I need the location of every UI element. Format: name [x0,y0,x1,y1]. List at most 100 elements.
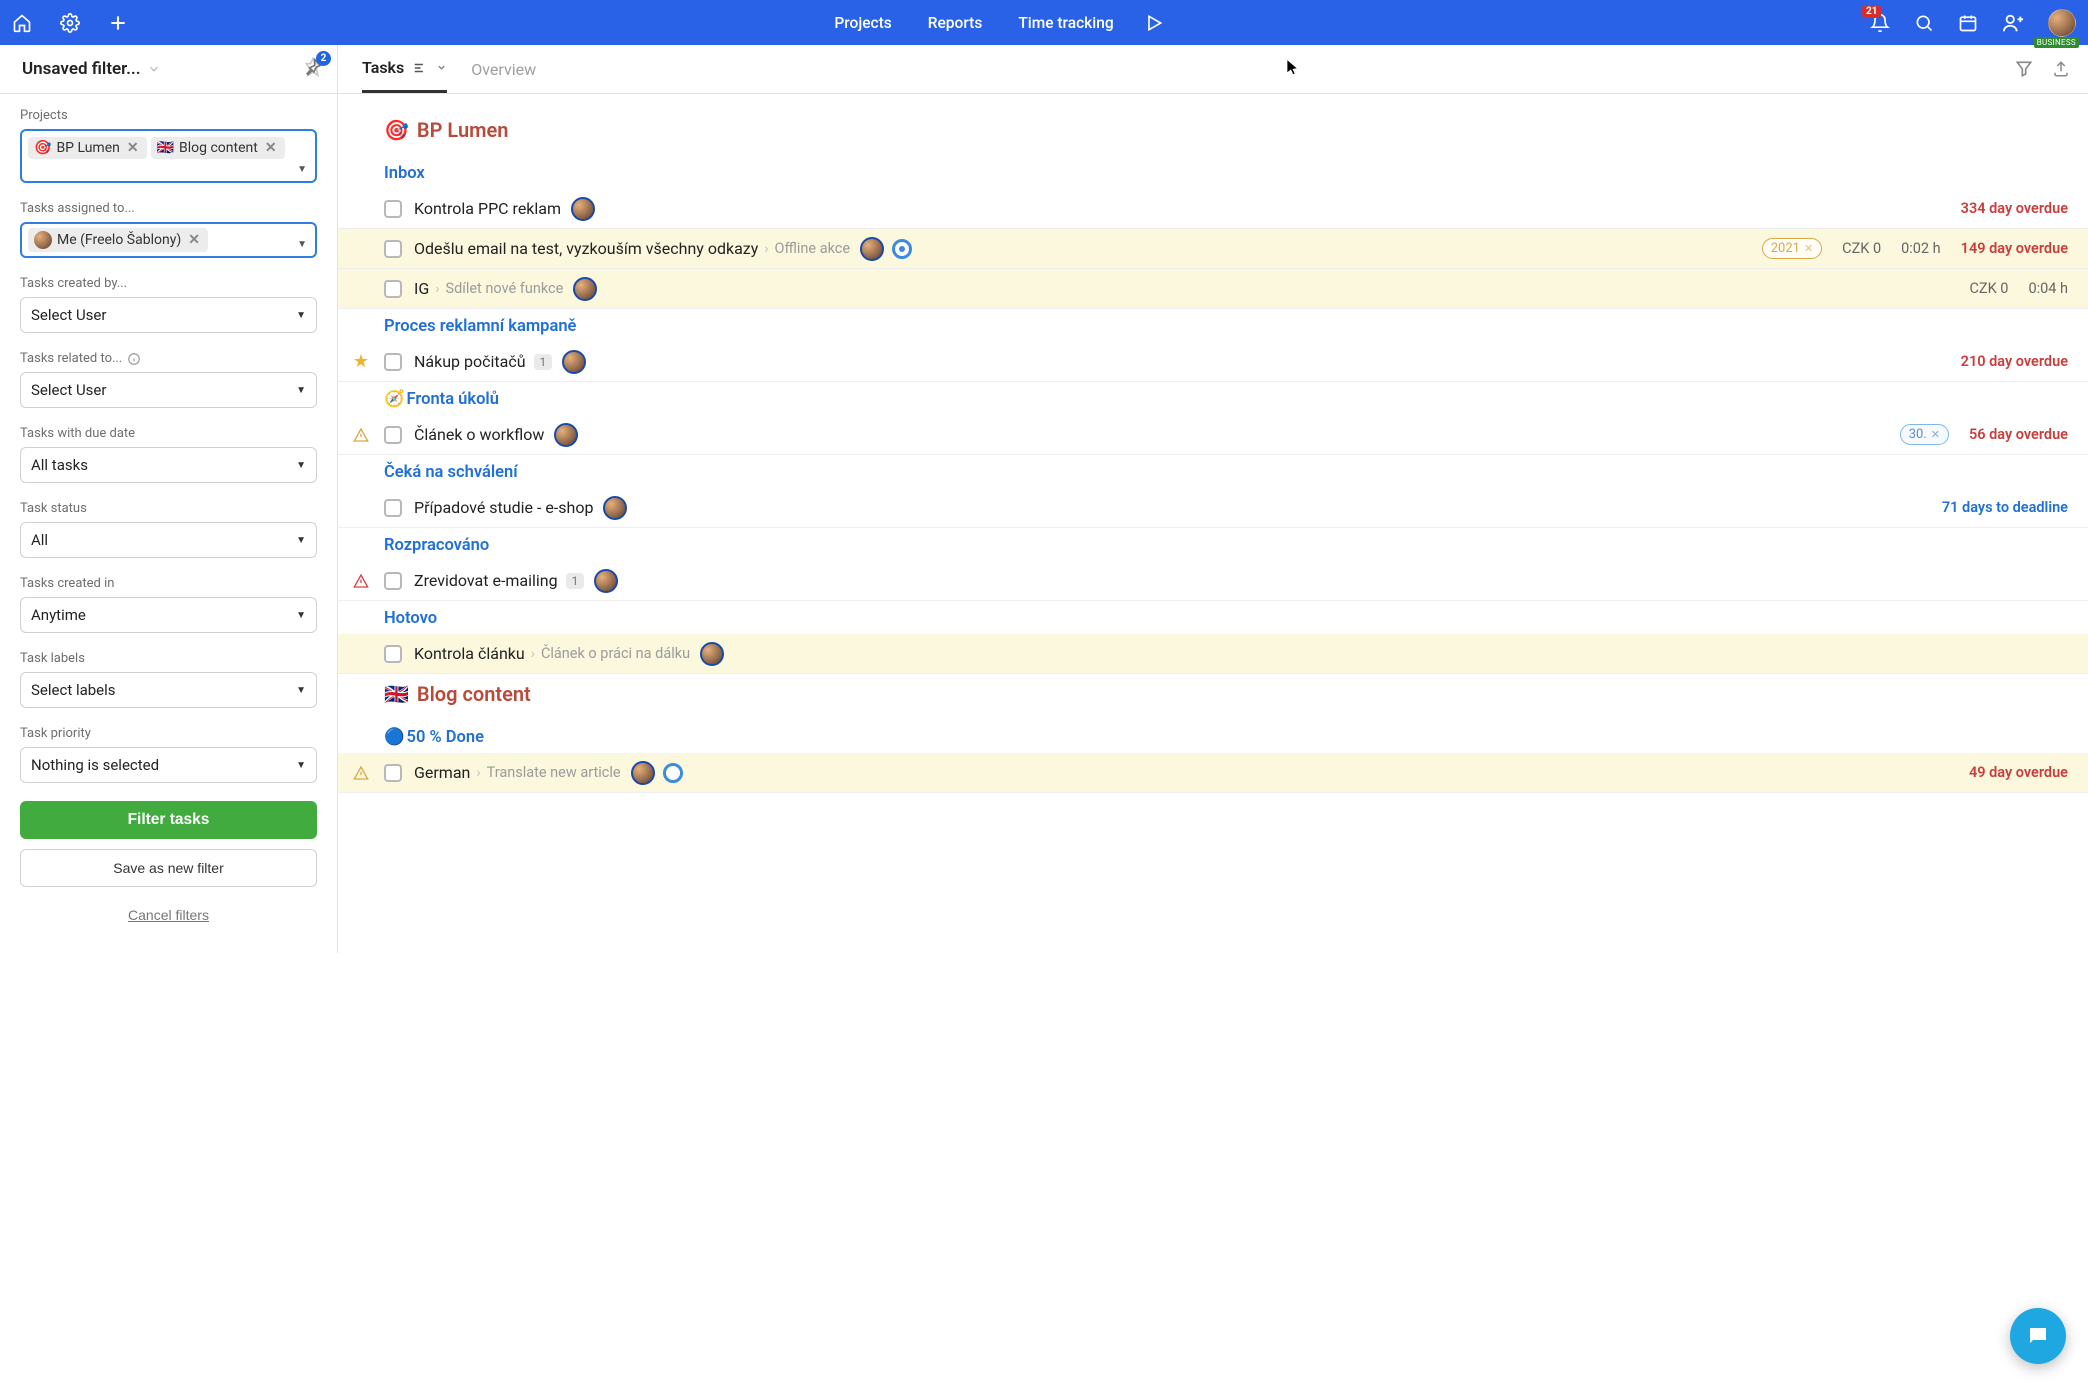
priority-select[interactable]: Nothing is selected▼ [20,747,317,783]
task-checkbox[interactable] [384,240,402,258]
chip-remove-icon[interactable]: ✕ [186,232,202,248]
assignee-avatar[interactable] [700,642,724,666]
pill-remove-icon[interactable]: ✕ [1804,242,1813,255]
createdby-filter-label: Tasks created by... [20,276,317,291]
section-header[interactable]: 🔵50 % Done [338,720,2088,753]
status-filter-label: Task status [20,501,317,516]
task-checkbox[interactable] [384,645,402,663]
subtask-count: 1 [566,573,585,589]
section-header[interactable]: Hotovo [338,601,2088,634]
cancel-filters-button[interactable]: Cancel filters [20,897,317,933]
chip-remove-icon[interactable]: ✕ [125,140,141,156]
task-row[interactable]: Kontrola článku ›Článek o práci na dálku [338,634,2088,674]
task-row[interactable]: Zrevidovat e-mailing 1 [338,561,2088,601]
users-icon[interactable] [2002,12,2024,34]
section-header[interactable]: Rozpracováno [338,528,2088,561]
pill-remove-icon[interactable]: ✕ [1931,428,1940,441]
calendar-icon[interactable] [1958,13,1978,33]
task-row[interactable]: Případové studie - e-shop 71 days to dea… [338,488,2088,528]
task-checkbox[interactable] [384,353,402,371]
section-header[interactable]: 🧭Fronta úkolů [338,382,2088,415]
task-title: Zrevidovat e-mailing [414,571,558,590]
pin-icon[interactable]: 2 [303,57,323,81]
assignee-avatar[interactable] [603,496,627,520]
search-icon[interactable] [1914,13,1934,33]
assignee-avatar[interactable] [631,761,655,785]
createdin-select[interactable]: Anytime▼ [20,597,317,633]
projects-filter-label: Projects [20,108,317,123]
nav-timetracking[interactable]: Time tracking [1018,14,1113,32]
task-row[interactable]: ★ Nákup počitačů 1 210 day overdue [338,342,2088,382]
chat-button[interactable] [2010,1308,2066,1364]
task-row[interactable]: Kontrola PPC reklam 334 day overdue [338,189,2088,229]
task-checkbox[interactable] [384,499,402,517]
task-checkbox[interactable] [384,426,402,444]
task-money: CZK 0 [1842,240,1881,257]
assignee-avatar[interactable] [562,350,586,374]
task-checkbox[interactable] [384,200,402,218]
task-title: IG [414,279,429,298]
assignee-avatar[interactable] [594,569,618,593]
assignee-avatar[interactable] [571,197,595,221]
assigned-chip[interactable]: Me (Freelo Šablony) ✕ [28,228,208,252]
nav-projects[interactable]: Projects [834,14,891,32]
chip-remove-icon[interactable]: ✕ [263,140,279,156]
user-avatar[interactable]: BUSINESS [2048,9,2076,37]
relatedto-select[interactable]: Select User▼ [20,372,317,408]
assigned-filter[interactable]: Me (Freelo Šablony) ✕ ▼ [20,222,317,258]
watcher-open-icon[interactable] [663,763,683,783]
projects-filter[interactable]: 🎯BP Lumen✕🇬🇧Blog content✕▼ [20,129,317,183]
add-icon[interactable] [108,13,128,33]
assignee-avatar[interactable] [860,237,884,261]
task-row[interactable]: Článek o workflow 30.✕56 day overdue [338,415,2088,455]
task-money: CZK 0 [1969,280,2008,297]
chevron-right-icon: › [764,241,768,257]
settings-icon[interactable] [60,13,80,33]
task-checkbox[interactable] [384,764,402,782]
task-checkbox[interactable] [384,572,402,590]
project-header[interactable]: 🇬🇧Blog content [338,674,2088,720]
createdby-select[interactable]: Select User▼ [20,297,317,333]
task-subtask: Článek o práci na dálku [541,645,690,662]
save-filter-button[interactable]: Save as new filter [20,849,317,887]
project-chip[interactable]: 🇬🇧Blog content✕ [151,137,285,159]
task-row[interactable]: IG ›Sdílet nové funkce CZK 00:04 h [338,269,2088,309]
assignee-avatar[interactable] [554,423,578,447]
deadline-label: 71 days to deadline [1942,499,2068,516]
nav-reports[interactable]: Reports [928,14,983,32]
star-icon[interactable]: ★ [353,351,369,372]
notifications-icon[interactable]: 21 [1870,13,1890,33]
filter-title[interactable]: Unsaved filter... [22,59,161,79]
duedate-select[interactable]: All tasks▼ [20,447,317,483]
chevron-down-icon: ▼ [297,239,307,250]
section-header[interactable]: Inbox [338,156,2088,189]
export-icon[interactable] [2052,59,2070,79]
assigned-filter-label: Tasks assigned to... [20,201,317,216]
task-row[interactable]: German ›Translate new article 49 day ove… [338,753,2088,793]
labels-select[interactable]: Select labels▼ [20,672,317,708]
watcher-icon[interactable] [892,239,912,259]
section-header[interactable]: Proces reklamní kampaně [338,309,2088,342]
project-emoji-icon: 🎯 [384,118,409,142]
assignee-avatar[interactable] [573,277,597,301]
tab-tasks[interactable]: Tasks [362,45,447,93]
project-chip[interactable]: 🎯BP Lumen✕ [28,137,147,159]
task-checkbox[interactable] [384,280,402,298]
tab-overview[interactable]: Overview [471,45,536,93]
notif-count-badge: 21 [1862,5,1881,18]
subtask-count: 1 [534,354,553,370]
home-icon[interactable] [12,13,32,33]
task-row[interactable]: Odešlu email na test, vyzkouším všechny … [338,229,2088,269]
toolbar: Unsaved filter... 2 Tasks Overview [0,45,2088,94]
task-title: Kontrola PPC reklam [414,199,561,218]
chip-avatar-icon [34,231,52,249]
play-icon[interactable] [1144,13,1164,33]
date-pill[interactable]: 30.✕ [1900,424,1949,445]
filter-tasks-button[interactable]: Filter tasks [20,801,317,839]
project-header[interactable]: 🎯BP Lumen [338,110,2088,156]
filter-view-icon[interactable] [2014,59,2034,79]
year-pill[interactable]: 2021✕ [1762,238,1822,259]
section-header[interactable]: Čeká na schválení [338,455,2088,488]
filter-sidebar: Projects 🎯BP Lumen✕🇬🇧Blog content✕▼ Task… [0,94,338,953]
status-select[interactable]: All▼ [20,522,317,558]
